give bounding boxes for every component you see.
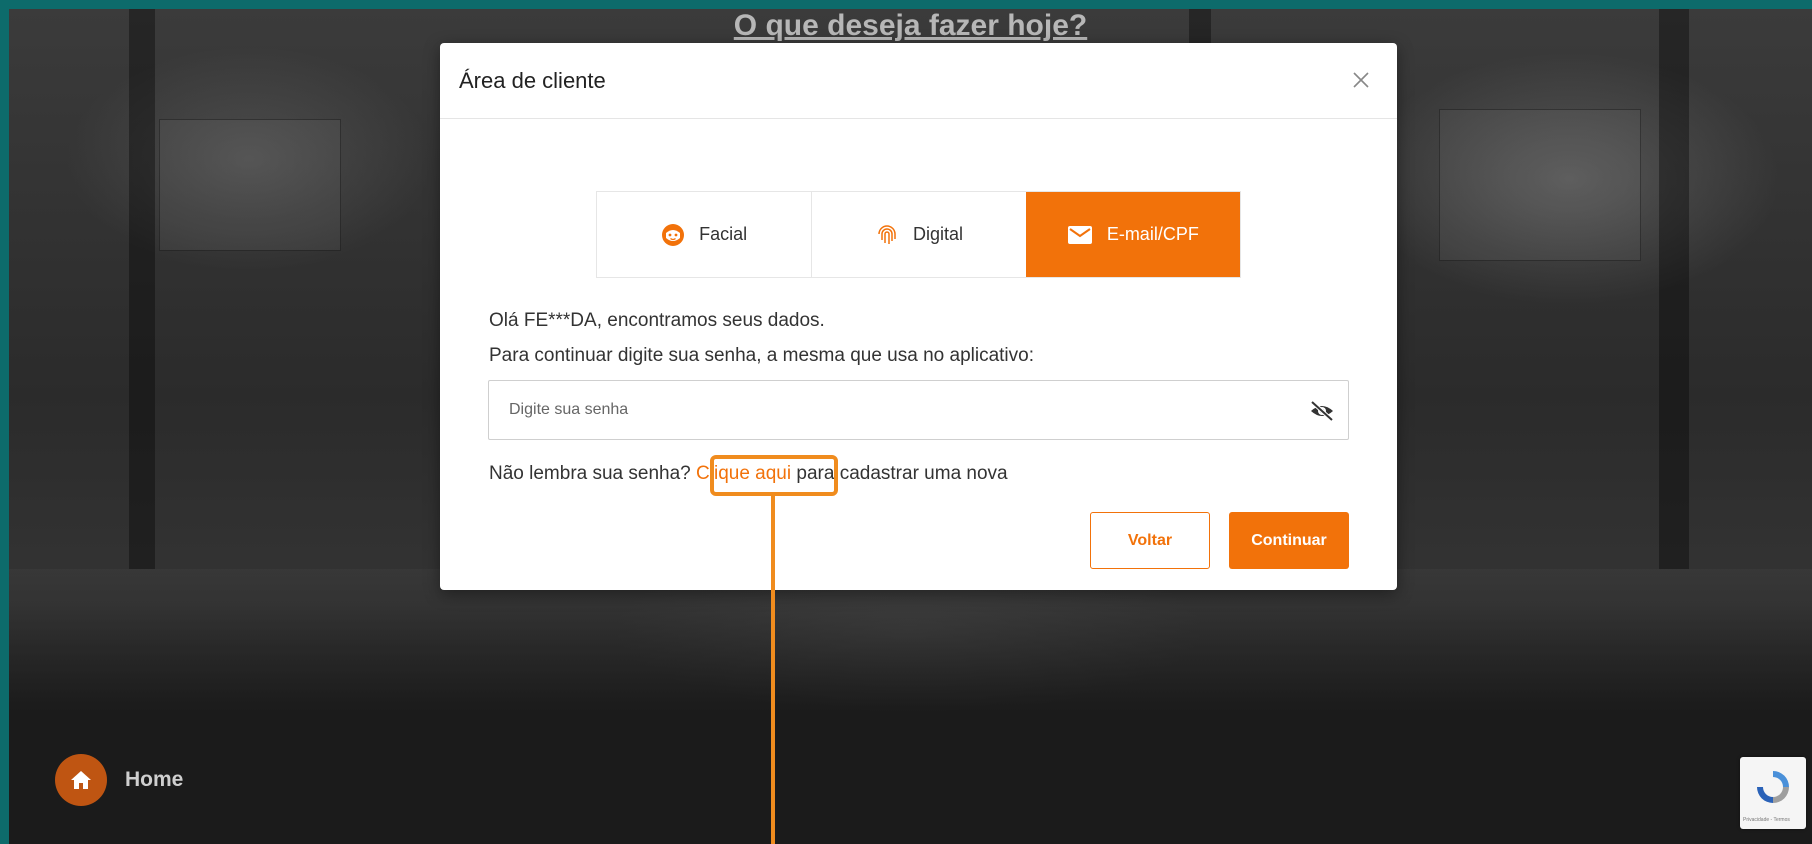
forgot-password-text: Não lembra sua senha? Clique aqui para c… — [489, 463, 1008, 485]
close-button[interactable] — [1345, 64, 1377, 96]
home-link[interactable]: Home — [125, 768, 183, 792]
fingerprint-icon — [875, 223, 899, 247]
login-method-tabs: Facial Digital E-mail/CPF — [596, 191, 1241, 278]
close-icon — [1353, 72, 1369, 88]
recaptcha-text: Privacidade - Termos — [1743, 817, 1790, 823]
hero-title: O que deseja fazer hoje? — [733, 9, 1088, 42]
continue-button[interactable]: Continuar — [1229, 512, 1349, 569]
modal-title: Área de cliente — [459, 68, 606, 93]
tab-digital-label: Digital — [912, 224, 963, 244]
mail-icon — [1067, 225, 1093, 245]
eye-slash-icon — [1310, 400, 1334, 422]
tab-digital[interactable]: Digital — [811, 192, 1026, 277]
forgot-prefix: Não lembra sua senha? — [489, 463, 691, 484]
forgot-suffix: para cadastrar uma nova — [796, 463, 1008, 484]
tab-facial[interactable]: Facial — [597, 192, 812, 277]
background-floor — [9, 569, 1812, 712]
home-icon[interactable] — [55, 754, 107, 806]
client-area-modal: Área de cliente Facial Digital E-mail/CP… — [440, 43, 1397, 590]
recaptcha-icon — [1757, 771, 1789, 803]
background-beam — [1659, 9, 1689, 569]
background-beam — [129, 9, 155, 569]
modal-header: Área de cliente — [440, 43, 1397, 119]
bottom-bar — [9, 712, 1812, 844]
tab-email-cpf-label: E-mail/CPF — [1106, 224, 1199, 244]
password-instruction: Para continuar digite sua senha, a mesma… — [489, 345, 1034, 366]
toggle-password-visibility-button[interactable] — [1307, 396, 1337, 426]
background-window — [1439, 109, 1641, 261]
found-data-message: Olá FE***DA, encontramos seus dados. — [489, 310, 825, 331]
reset-password-link[interactable]: Clique aqui — [696, 463, 791, 484]
recaptcha-badge[interactable]: Privacidade - Termos — [1740, 757, 1806, 829]
face-icon — [661, 223, 685, 247]
back-button[interactable]: Voltar — [1090, 512, 1210, 569]
password-field-container — [488, 380, 1349, 440]
tab-email-cpf[interactable]: E-mail/CPF — [1025, 192, 1240, 277]
password-input[interactable] — [489, 381, 1289, 439]
tutorial-pointer-line — [771, 496, 775, 844]
tab-facial-label: Facial — [699, 224, 748, 244]
background-window — [159, 119, 341, 251]
